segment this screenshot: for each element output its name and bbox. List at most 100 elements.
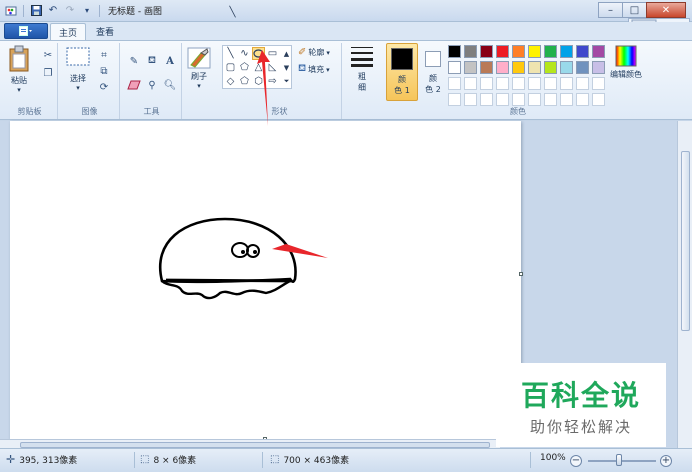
drawn-blob-bottom	[161, 279, 291, 300]
curve-shape-icon[interactable]: ∿	[238, 47, 251, 60]
palette-color-swatch[interactable]	[512, 45, 525, 58]
palette-empty-swatch[interactable]	[560, 77, 573, 90]
palette-empty-swatch[interactable]	[576, 93, 589, 106]
canvas-resize-handle-right[interactable]	[519, 272, 523, 276]
zoom-slider-thumb[interactable]	[616, 454, 622, 466]
fill-button[interactable]: ⛾ 填充 ▾	[298, 63, 330, 76]
palette-empty-swatch[interactable]	[576, 77, 589, 90]
shapes-more-icon[interactable]: ⏷	[280, 75, 293, 88]
redo-icon[interactable]: ↷	[63, 4, 77, 18]
palette-color-swatch[interactable]	[464, 61, 477, 74]
tab-home[interactable]: 主页	[50, 23, 87, 40]
diamond-shape-icon[interactable]: ◇	[224, 75, 237, 88]
outline-button[interactable]: ✐ 轮廓 ▾	[298, 47, 330, 58]
palette-color-swatch[interactable]	[496, 45, 509, 58]
palette-empty-swatch[interactable]	[480, 93, 493, 106]
line-shape-icon[interactable]: ╲	[226, 6, 239, 19]
palette-empty-swatch[interactable]	[592, 93, 605, 106]
palette-empty-swatch[interactable]	[448, 93, 461, 106]
palette-color-swatch[interactable]	[512, 61, 525, 74]
palette-color-swatch[interactable]	[592, 61, 605, 74]
rectangle-shape-icon[interactable]: ▭	[266, 47, 279, 60]
edit-colors-button[interactable]: 编辑颜色	[610, 45, 642, 80]
palette-empty-swatch[interactable]	[512, 93, 525, 106]
cut-icon[interactable]: ✂	[40, 47, 56, 63]
rounded-rectangle-shape-icon[interactable]: ▢	[224, 61, 237, 74]
palette-color-swatch[interactable]	[576, 61, 589, 74]
undo-icon[interactable]: ↶	[46, 4, 60, 18]
rotate-icon[interactable]: ⟳	[96, 79, 112, 95]
palette-color-swatch[interactable]	[560, 45, 573, 58]
shapes-scroll-up-icon[interactable]: ▲	[280, 47, 293, 60]
palette-color-swatch[interactable]	[560, 61, 573, 74]
customize-toolbar-icon[interactable]: ▾	[80, 4, 94, 18]
line-shape-icon[interactable]: ╲	[224, 47, 237, 60]
palette-empty-swatch[interactable]	[544, 77, 557, 90]
zoom-in-button[interactable]: +	[660, 455, 672, 467]
zoom-slider-track[interactable]	[588, 460, 656, 462]
palette-empty-swatch[interactable]	[464, 93, 477, 106]
right-arrow-shape-icon[interactable]: ⇨	[266, 75, 279, 88]
file-menu-button[interactable]	[4, 23, 48, 39]
palette-empty-swatch[interactable]	[464, 77, 477, 90]
palette-color-swatch[interactable]	[528, 61, 541, 74]
palette-color-swatch[interactable]	[480, 61, 493, 74]
right-triangle-shape-icon[interactable]: ◺	[266, 61, 279, 74]
image-group: 选择 ▾ ⌗ ⧉ ⟳ 图像	[60, 43, 120, 119]
brushes-button[interactable]: 刷子 ▾	[187, 47, 211, 90]
palette-color-swatch[interactable]	[544, 45, 557, 58]
palette-color-swatch[interactable]	[496, 61, 509, 74]
pentagon-shape-icon[interactable]: ⬠	[238, 75, 251, 88]
size-label-thick: 粗	[358, 72, 366, 81]
pencil-icon[interactable]: ✎	[126, 53, 142, 69]
palette-color-swatch[interactable]	[528, 45, 541, 58]
copy-icon[interactable]: ❐	[40, 65, 56, 81]
select-button[interactable]: 选择 ▾	[66, 47, 90, 92]
save-icon[interactable]	[29, 4, 43, 18]
palette-empty-swatch[interactable]	[496, 93, 509, 106]
palette-color-swatch[interactable]	[480, 45, 493, 58]
text-icon[interactable]: A	[162, 53, 178, 69]
close-button[interactable]: ✕	[646, 2, 686, 18]
paste-button[interactable]: 粘贴 ▾	[8, 45, 30, 94]
palette-color-swatch[interactable]	[544, 61, 557, 74]
crop-icon[interactable]: ⌗	[96, 47, 112, 63]
palette-empty-swatch[interactable]	[480, 77, 493, 90]
palette-color-swatch[interactable]	[464, 45, 477, 58]
zoom-out-button[interactable]: −	[570, 455, 582, 467]
magnifier-icon[interactable]: 🔍︎	[162, 77, 178, 93]
drawing-canvas[interactable]	[10, 121, 523, 441]
eraser-icon[interactable]	[126, 77, 142, 93]
paste-label: 粘贴	[11, 76, 27, 85]
palette-color-swatch[interactable]	[592, 45, 605, 58]
resize-icon[interactable]: ⧉	[96, 63, 112, 79]
tab-view[interactable]: 查看	[88, 23, 122, 40]
paint-app-icon[interactable]	[4, 4, 18, 18]
palette-color-swatch[interactable]	[576, 45, 589, 58]
watermark: 百科全说 助你轻松解决	[496, 363, 666, 447]
triangle-shape-icon[interactable]: △	[252, 61, 265, 74]
palette-empty-swatch[interactable]	[512, 77, 525, 90]
oval-shape-icon[interactable]	[252, 47, 265, 60]
palette-color-swatch[interactable]	[448, 45, 461, 58]
size-button[interactable]: 粗 细	[350, 45, 374, 93]
hexagon-shape-icon[interactable]: ⬡	[252, 75, 265, 88]
color2-button[interactable]: 颜 色 2	[420, 43, 446, 101]
polygon-shape-icon[interactable]: ⬠	[238, 61, 251, 74]
fill-bucket-icon[interactable]: ⛾	[144, 53, 160, 69]
color-picker-icon[interactable]: ⚲	[144, 77, 160, 93]
maximize-button[interactable]: □	[622, 2, 646, 18]
palette-empty-swatch[interactable]	[448, 77, 461, 90]
palette-empty-swatch[interactable]	[560, 93, 573, 106]
palette-empty-swatch[interactable]	[496, 77, 509, 90]
palette-empty-swatch[interactable]	[528, 93, 541, 106]
palette-empty-swatch[interactable]	[528, 77, 541, 90]
color1-button[interactable]: 颜 色 1	[386, 43, 418, 101]
vertical-scrollbar[interactable]	[677, 121, 692, 448]
palette-color-swatch[interactable]	[448, 61, 461, 74]
vertical-scroll-thumb[interactable]	[681, 151, 690, 331]
palette-empty-swatch[interactable]	[544, 93, 557, 106]
minimize-button[interactable]: –	[598, 2, 622, 18]
shapes-scroll-down-icon[interactable]: ▼	[280, 61, 293, 74]
palette-empty-swatch[interactable]	[592, 77, 605, 90]
